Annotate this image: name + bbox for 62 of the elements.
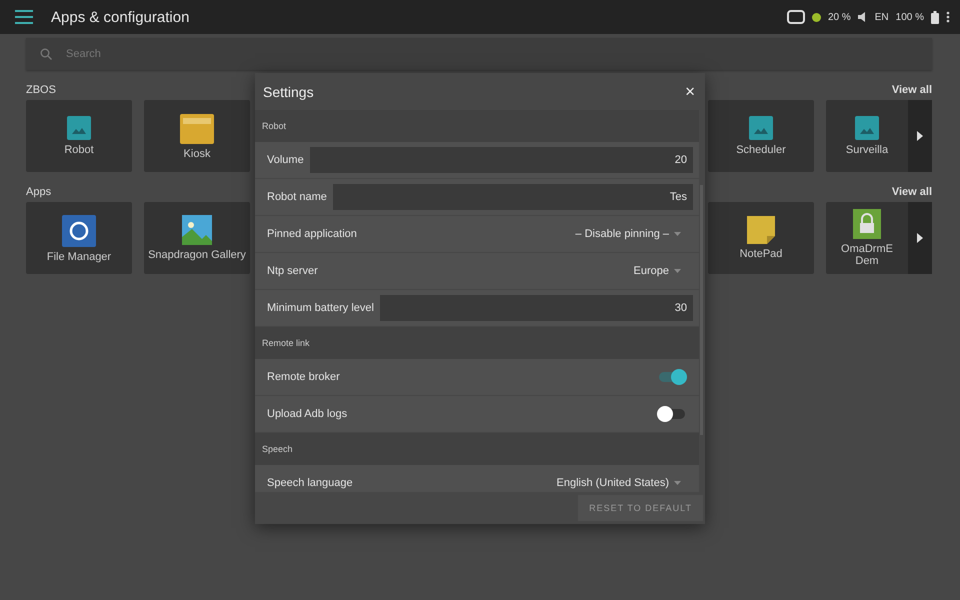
- folder-icon: [62, 212, 96, 247]
- search-icon: [40, 48, 52, 60]
- app-tile[interactable]: Kiosk: [144, 100, 250, 172]
- setting-label: Minimum battery level: [267, 302, 374, 314]
- caret-icon: [917, 131, 923, 141]
- image-icon: [855, 116, 879, 140]
- landscape-icon: [182, 214, 212, 245]
- app-tile[interactable]: OmaDrmE Dem: [826, 202, 932, 274]
- app-tile[interactable]: Surveilla: [826, 100, 932, 172]
- image-icon: [749, 116, 773, 140]
- search-field[interactable]: Search: [26, 38, 932, 70]
- app-label: Surveilla: [846, 144, 888, 156]
- lock-icon: [853, 208, 881, 239]
- close-button[interactable]: ×: [683, 82, 697, 102]
- app-tile[interactable]: Snapdragon Gallery: [144, 202, 250, 274]
- menu-icon[interactable]: [15, 10, 33, 24]
- toggle-switch[interactable]: [659, 372, 685, 382]
- app-title: Apps & configuration: [51, 8, 190, 26]
- input-field[interactable]: Tes: [332, 184, 693, 210]
- dropdown[interactable]: Europe: [634, 265, 681, 277]
- caret-icon: [674, 481, 681, 485]
- setting-label: Robot name: [267, 191, 327, 203]
- app-tile[interactable]: Scheduler: [708, 100, 814, 172]
- battery-level: 100 %: [896, 12, 924, 22]
- dropdown[interactable]: – Disable pinning –: [575, 228, 681, 240]
- app-label: Robot: [64, 144, 94, 156]
- section-title: Apps: [26, 186, 52, 198]
- app-tile[interactable]: File Manager: [26, 202, 132, 274]
- more-icon[interactable]: [946, 11, 950, 23]
- speaker-icon: [858, 12, 868, 22]
- dialog-title: Settings: [263, 84, 314, 100]
- note-icon: [747, 216, 775, 244]
- toggle-switch[interactable]: [659, 409, 685, 419]
- caret-icon: [674, 232, 681, 236]
- caret-icon: [917, 233, 923, 243]
- app-tile[interactable]: Robot: [26, 100, 132, 172]
- language-label: EN: [874, 12, 889, 22]
- view-all-link[interactable]: View all: [892, 84, 932, 96]
- setting-label: Pinned application: [267, 228, 357, 240]
- battery-icon: [931, 10, 939, 24]
- view-all-link[interactable]: View all: [892, 186, 932, 198]
- folder-icon: [180, 112, 214, 144]
- volume-level: 20 %: [828, 12, 851, 22]
- app-label: File Manager: [46, 250, 112, 264]
- setting-label: Upload Adb logs: [267, 408, 348, 420]
- setting-label: Volume: [267, 154, 304, 166]
- section-title: ZBOS: [26, 84, 56, 96]
- tablet-icon: [786, 10, 805, 24]
- caret-icon: [674, 269, 681, 273]
- dropdown[interactable]: English (United States): [556, 477, 681, 489]
- setting-label: Ntp server: [267, 265, 318, 277]
- input-field[interactable]: 20: [310, 147, 693, 173]
- app-label: NotePad: [740, 248, 782, 260]
- app-label: Kiosk: [184, 148, 210, 160]
- app-label: OmaDrmE Dem: [840, 242, 894, 268]
- app-label: Scheduler: [736, 144, 786, 156]
- setting-label: Remote broker: [267, 371, 340, 383]
- app-tile[interactable]: NotePad: [708, 202, 814, 274]
- image-icon: [67, 116, 91, 140]
- setting-label: Speech language: [267, 477, 353, 489]
- input-field[interactable]: 30: [380, 295, 693, 321]
- app-label: Snapdragon Gallery: [148, 248, 246, 262]
